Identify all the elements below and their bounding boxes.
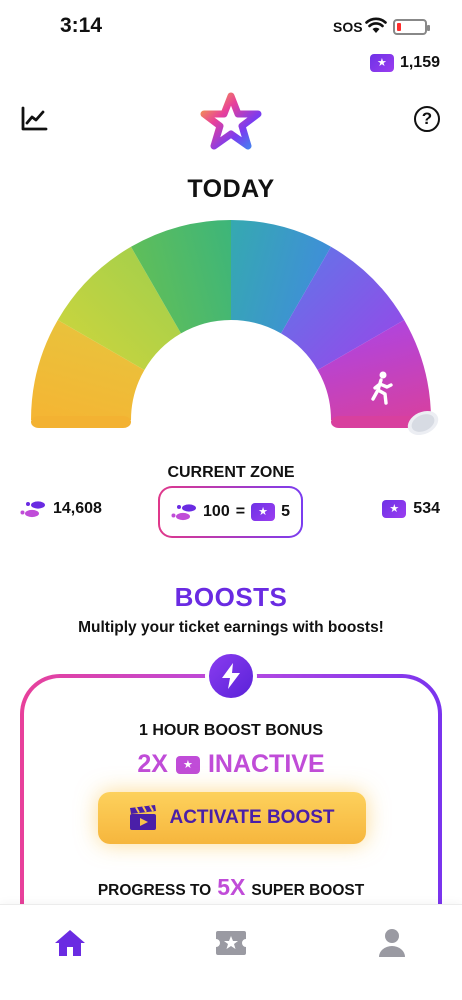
footsteps-icon [20,501,45,518]
tab-bar [0,904,462,1000]
current-zone-title: CURRENT ZONE [167,464,295,481]
progress-suffix: SUPER BOOST [251,882,365,899]
daily-steps: 14,608 [20,500,102,518]
wifi-icon [365,17,387,33]
person-icon [379,929,405,957]
ticket-star-icon: ★ [369,54,394,72]
boosts-title: BOOSTS [174,582,288,612]
boost-state: INACTIVE [207,750,325,778]
boosts-subtitle: Multiply your ticket earnings with boost… [78,619,384,636]
tickets-earned: ★ 534 [382,500,440,518]
page-title: TODAY [187,175,275,203]
zone-gauge [31,220,439,436]
lightning-bolt-icon [205,650,257,702]
status-time: 3:14 [60,14,103,37]
boost-multiplier: 2X [137,750,168,778]
tickets-earned-value: 534 [413,500,440,517]
boost-label: 1 HOUR BOOST BONUS [138,722,323,739]
ticket-star-icon: ★ [251,503,276,521]
tab-profile[interactable] [372,923,412,963]
gauge-cap-left [31,416,131,428]
ticket-star-icon: ★ [382,500,407,518]
clapperboard-icon [130,805,157,830]
tab-home[interactable] [50,923,90,963]
balance-value: 1,159 [399,54,440,71]
boost-progress: PROGRESS TO 5X SUPER BOOST [0,874,462,901]
home-icon [55,930,85,956]
ticket-balance[interactable]: ★ 1,159 [369,54,440,72]
progress-multiplier: 5X [217,874,246,900]
activate-boost-label: ACTIVATE BOOST [169,807,335,828]
boost-status: 2X ★ INACTIVE [0,750,462,779]
activate-boost-button[interactable]: ACTIVATE BOOST [98,792,366,844]
chart-icon[interactable] [20,106,48,132]
status-sos: SOS [333,19,363,35]
rate-tickets: 5 [281,503,290,520]
ticket-star-icon: ★ [175,755,200,774]
battery-icon [393,19,430,35]
tab-tickets[interactable] [211,923,251,963]
status-bar: 3:14 SOS [0,0,462,52]
zone-rate: 100 = ★ 5 [158,486,303,538]
steps-value: 14,608 [53,500,102,517]
rate-steps: 100 [203,503,230,520]
rate-equals: = [235,503,246,520]
progress-prefix: PROGRESS TO [97,882,212,899]
footsteps-icon [171,504,197,521]
star-logo [200,92,262,150]
ticket-icon [216,931,246,955]
help-icon[interactable]: ? [414,106,440,132]
